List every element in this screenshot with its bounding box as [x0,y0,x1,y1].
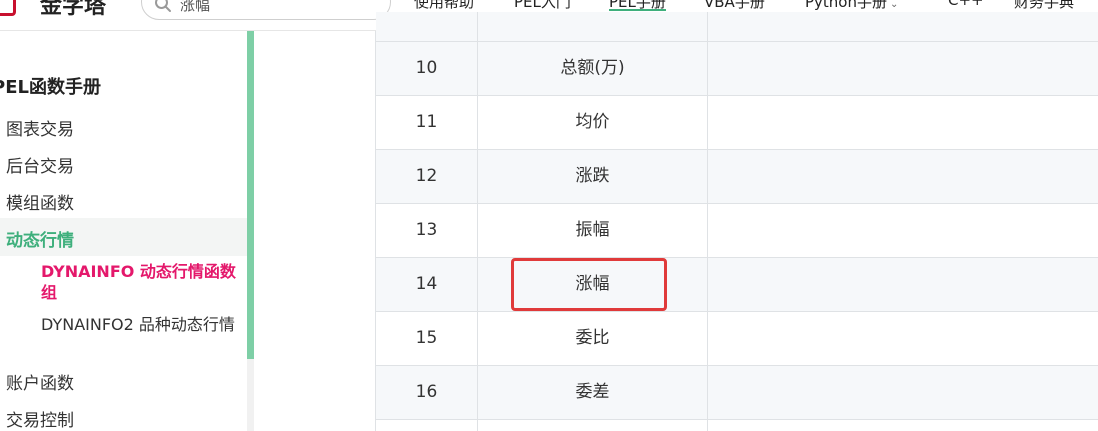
table-row-partial [376,420,1098,431]
row-description [708,312,1098,365]
row-index: 14 [376,258,478,311]
highlight-annotation-box [511,258,667,311]
sidebar-item-dynamic-quotes[interactable]: 动态行情 [6,226,74,251]
row-field-name: 委差 [478,366,708,419]
row-field-name: 均价 [478,96,708,149]
nav-label: 使用帮助 [414,0,475,11]
search-input[interactable] [180,0,370,14]
row-index: 10 [376,42,478,95]
sidebar-scrollbar[interactable] [247,359,254,431]
nav-label: VBA手册 [704,0,765,11]
table-row: 15 委比 [376,312,1098,366]
row-description [708,96,1098,149]
row-description [708,258,1098,311]
table-row: 16 委差 [376,366,1098,420]
row-index: 12 [376,150,478,203]
row-field-name: 涨跌 [478,150,708,203]
table-row: 13 振幅 [376,204,1098,258]
site-logo-icon[interactable] [0,0,16,16]
sidebar-subitem-dynainfo2[interactable]: DYNAINFO2 品种动态行情 [41,314,247,335]
field-table: 10 总额(万) 11 均价 12 涨跌 13 振幅 14 涨幅 15 委比 1… [375,12,1098,431]
chevron-down-icon: ⌄ [890,0,899,10]
row-description [708,42,1098,95]
sidebar-item-account-functions[interactable]: 账户函数 [6,369,74,394]
row-description [708,204,1098,257]
row-index: 11 [376,96,478,149]
row-field-name: 委比 [478,312,708,365]
row-field-name: 振幅 [478,204,708,257]
table-row: 10 总额(万) [376,42,1098,96]
nav-label: Python手册 [805,0,887,11]
table-row-partial [376,12,1098,42]
nav-label: C++ [948,0,984,9]
row-description [708,150,1098,203]
active-nav-underline [609,9,666,11]
sidebar-resize-rail[interactable] [247,31,254,359]
row-index: 16 [376,366,478,419]
content-margin [254,31,375,431]
search-icon [155,0,171,12]
row-index: 15 [376,312,478,365]
site-title[interactable]: 金字塔 [40,0,106,20]
table-row: 11 均价 [376,96,1098,150]
search-box[interactable] [141,0,391,20]
row-field-name: 总额(万) [478,42,708,95]
sidebar-item-background-trading[interactable]: 后台交易 [6,152,74,177]
sidebar-item-module-functions[interactable]: 模组函数 [6,189,74,214]
row-index: 13 [376,204,478,257]
sidebar-item-trade-control[interactable]: 交易控制 [6,406,74,431]
table-row: 12 涨跌 [376,150,1098,204]
table-row-highlighted: 14 涨幅 [376,258,1098,312]
sidebar-subitem-dynainfo[interactable]: DYNAINFO 动态行情函数组 [41,261,247,303]
sidebar-item-chart-trading[interactable]: 图表交易 [6,115,74,140]
row-description [708,366,1098,419]
nav-label: 财务手典 [1014,0,1075,11]
sidebar-heading[interactable]: PEL函数手册 [0,73,101,99]
nav-label: PEL入门 [514,0,571,11]
